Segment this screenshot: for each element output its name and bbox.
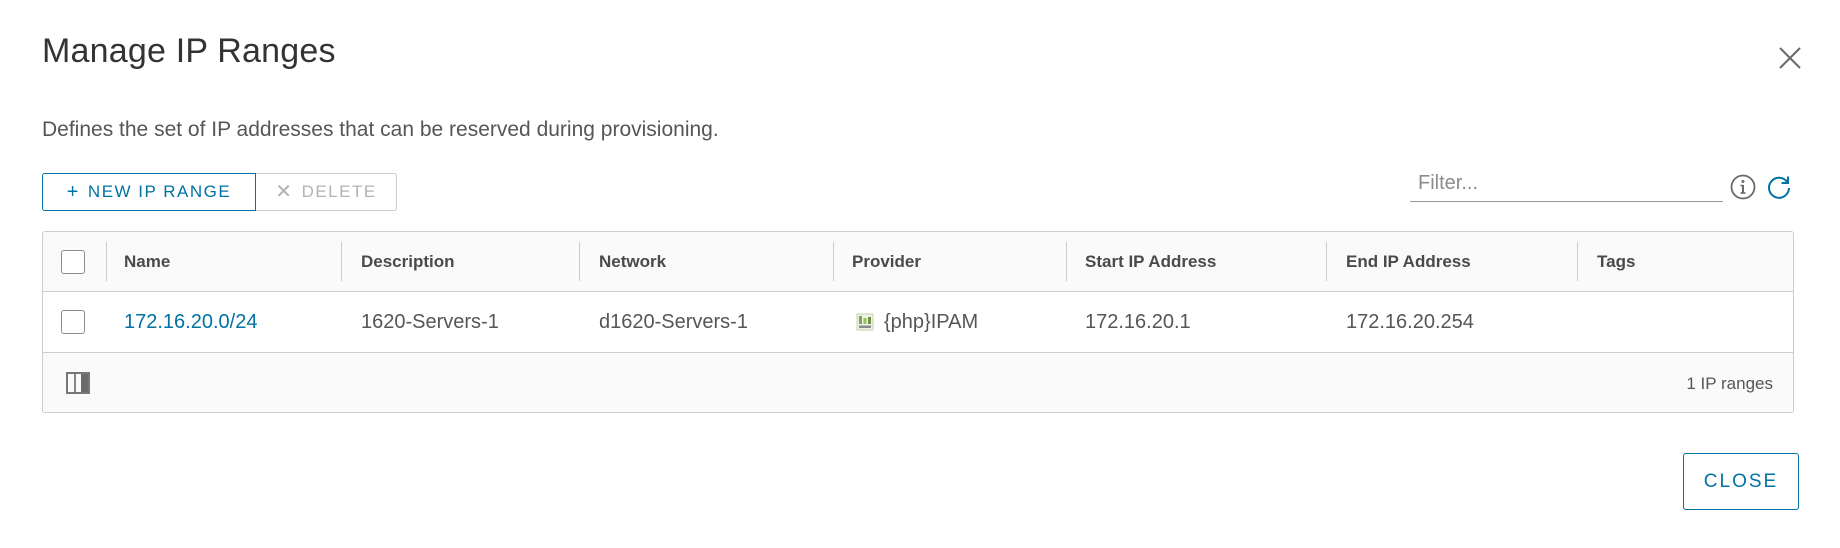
cell-start-ip: 172.16.20.1 [1085, 310, 1191, 333]
column-header-provider[interactable]: Provider [852, 232, 921, 291]
row-select-cell [61, 292, 91, 352]
plus-icon: + [66, 181, 80, 203]
filter-input[interactable] [1410, 166, 1723, 202]
cell-name: 172.16.20.0/24 [124, 292, 257, 352]
cell-network: d1620-Servers-1 [599, 310, 748, 333]
column-header-start-ip[interactable]: Start IP Address [1085, 232, 1216, 291]
row-count: 1 IP ranges [1686, 373, 1773, 393]
toolbar-button-group: + NEW IP RANGE ✕ DELETE [42, 173, 397, 211]
column-toggle-icon[interactable] [66, 372, 90, 394]
ip-ranges-datagrid: Name Description Network Provider Start … [42, 231, 1794, 413]
info-icon[interactable] [1729, 173, 1757, 201]
ip-range-name-link[interactable]: 172.16.20.0/24 [124, 311, 257, 334]
new-ip-range-button[interactable]: + NEW IP RANGE [42, 173, 256, 211]
column-divider[interactable] [1326, 242, 1327, 281]
column-header-name[interactable]: Name [124, 232, 170, 291]
column-header-network[interactable]: Network [599, 232, 666, 291]
provider-name: {php}IPAM [884, 310, 979, 333]
close-button[interactable]: CLOSE [1683, 453, 1799, 510]
select-all-checkbox[interactable] [61, 249, 85, 274]
datagrid-header: Name Description Network Provider Start … [43, 232, 1793, 292]
delete-button[interactable]: ✕ DELETE [256, 173, 397, 211]
new-ip-range-label: NEW IP RANGE [87, 182, 232, 201]
column-divider[interactable] [833, 242, 834, 281]
cell-description: 1620-Servers-1 [361, 310, 499, 333]
column-divider[interactable] [1577, 242, 1578, 281]
close-icon[interactable] [1776, 44, 1804, 72]
phpipam-provider-icon [856, 313, 874, 331]
row-checkbox[interactable] [61, 310, 85, 334]
cell-provider: {php}IPAM [856, 292, 978, 352]
refresh-icon[interactable] [1765, 173, 1793, 201]
column-divider[interactable] [1066, 242, 1067, 281]
column-header-end-ip[interactable]: End IP Address [1346, 232, 1471, 291]
delete-label: DELETE [301, 182, 377, 201]
column-divider[interactable] [579, 242, 580, 281]
datagrid-footer: 1 IP ranges [43, 353, 1793, 412]
column-divider[interactable] [106, 242, 107, 281]
dialog-description: Defines the set of IP addresses that can… [42, 118, 719, 141]
x-icon: ✕ [275, 181, 294, 203]
column-divider[interactable] [341, 242, 342, 281]
manage-ip-ranges-dialog: Manage IP Ranges Defines the set of IP a… [0, 0, 1840, 548]
cell-end-ip: 172.16.20.254 [1346, 310, 1474, 333]
select-all-cell [61, 232, 91, 291]
column-header-description[interactable]: Description [361, 232, 455, 291]
dialog-title: Manage IP Ranges [42, 32, 336, 70]
table-row: 172.16.20.0/24 1620-Servers-1 d1620-Serv… [43, 292, 1793, 353]
column-header-tags[interactable]: Tags [1597, 232, 1635, 291]
